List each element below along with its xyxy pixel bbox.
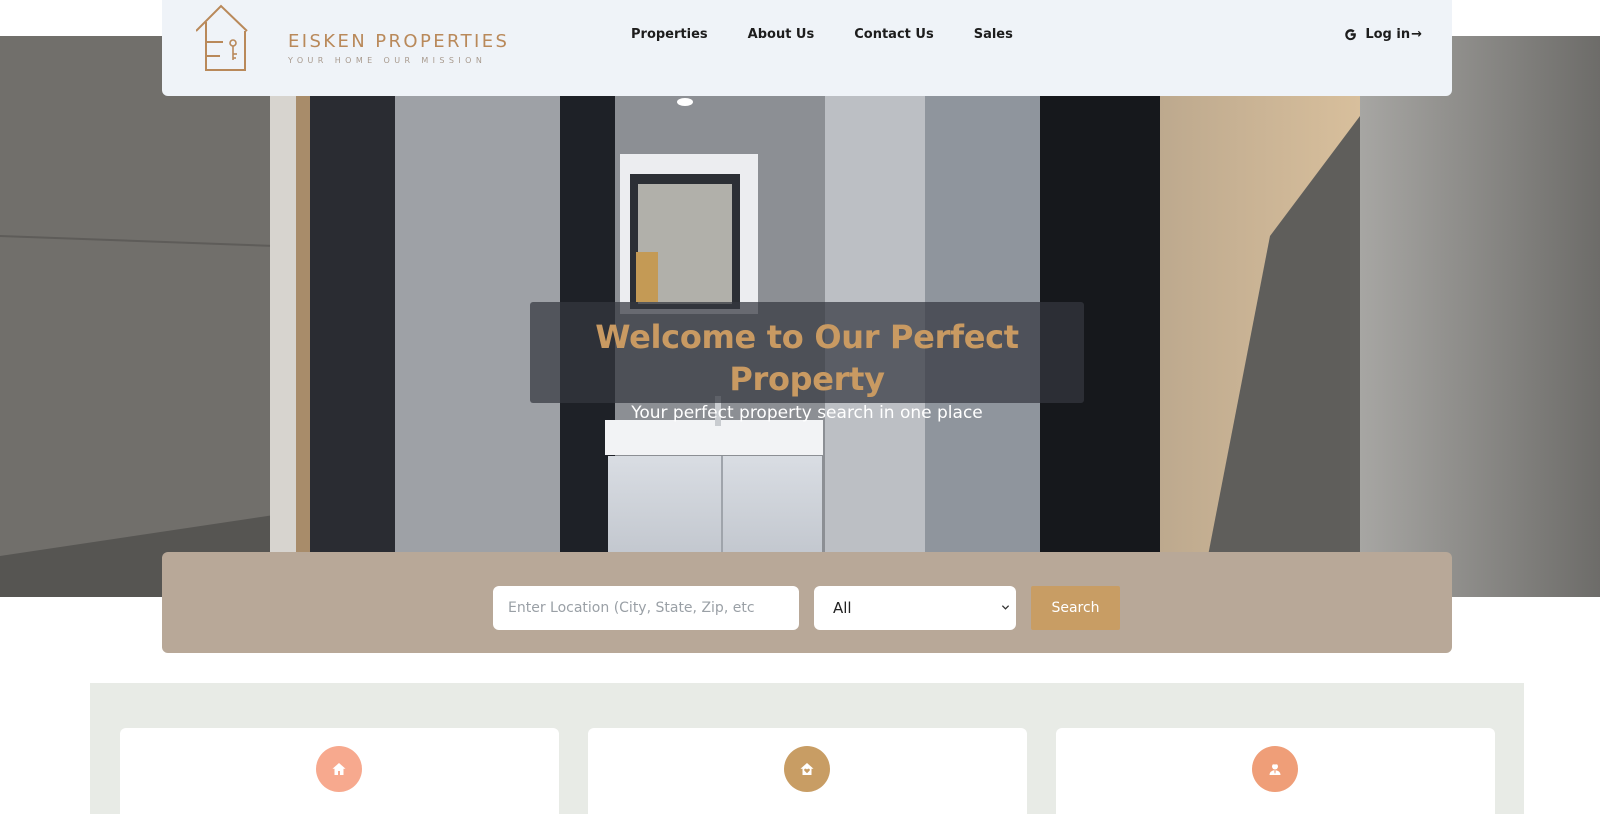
- brand-tagline: YOUR HOME OUR MISSION: [288, 56, 487, 65]
- feature-card: [1056, 728, 1495, 814]
- hero-subtitle: Your perfect property search in one plac…: [631, 403, 983, 423]
- navbar: EISKEN PROPERTIES YOUR HOME OUR MISSION …: [162, 0, 1452, 96]
- search-button[interactable]: Search: [1031, 586, 1120, 630]
- login-button[interactable]: Log in →: [1343, 27, 1422, 42]
- hero-banner: Welcome to Our Perfect Property Your per…: [0, 36, 1600, 597]
- page: Welcome to Our Perfect Property Your per…: [0, 0, 1600, 814]
- property-type-selected-value: All: [833, 599, 852, 617]
- property-search-bar: All Search: [162, 552, 1452, 653]
- nav-menu: Properties About Us Contact Us Sales: [631, 27, 1053, 42]
- brand-logo[interactable]: EISKEN PROPERTIES YOUR HOME OUR MISSION: [196, 4, 507, 71]
- login-label: Log in: [1365, 27, 1411, 42]
- feature-card: [588, 728, 1027, 814]
- agent-user-icon: [1269, 762, 1281, 775]
- house-key-logo-icon: [196, 4, 248, 71]
- nav-link-properties[interactable]: Properties: [631, 27, 708, 42]
- google-g-icon: [1345, 29, 1357, 41]
- arrow-right-icon: →: [1411, 27, 1422, 42]
- feature-icon-badge: [1252, 746, 1298, 792]
- features-section: [90, 683, 1524, 814]
- chevron-down-icon: [1001, 605, 1010, 610]
- feature-card: [120, 728, 559, 814]
- property-type-select[interactable]: All: [814, 586, 1016, 630]
- nav-link-about-us[interactable]: About Us: [748, 27, 815, 42]
- feature-icon-badge: [316, 746, 362, 792]
- hero-overlay: Welcome to Our Perfect Property Your per…: [530, 302, 1084, 423]
- house-heart-icon: [800, 763, 814, 775]
- brand-name: EISKEN PROPERTIES: [288, 31, 510, 52]
- nav-link-contact-us[interactable]: Contact Us: [854, 27, 933, 42]
- hero-title: Welcome to Our Perfect Property: [595, 318, 1019, 398]
- home-icon: [332, 763, 346, 775]
- nav-link-sales[interactable]: Sales: [974, 27, 1013, 42]
- location-search-input[interactable]: [493, 586, 799, 630]
- feature-icon-badge: [784, 746, 830, 792]
